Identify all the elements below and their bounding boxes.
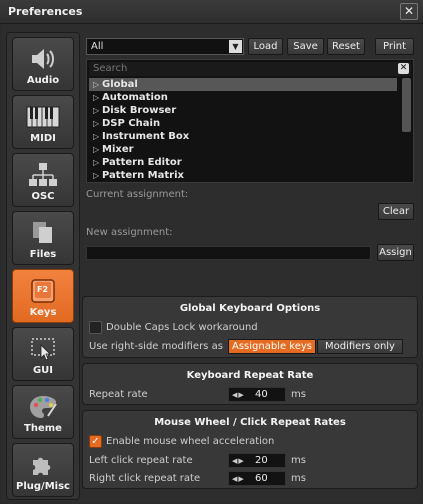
mouse-wheel-acceleration-checkbox[interactable]: ✓ [89,435,102,448]
speaker-icon [13,44,73,74]
clear-search-icon[interactable]: ✕ [398,63,409,74]
group-title: Global Keyboard Options [179,303,321,314]
current-assignment-label: Current assignment: [86,189,189,200]
svg-text:F2: F2 [37,285,48,294]
expand-triangle-icon[interactable]: ▷ [93,78,102,91]
right-click-repeat-unit: ms [291,473,306,484]
sidebar-item-osc[interactable]: OSC [12,153,74,207]
sidebar-item-gui[interactable]: GUI [12,327,74,381]
save-button[interactable]: Save [287,38,324,55]
tree-item-pattern-matrix[interactable]: ▷ Pattern Matrix [89,169,397,182]
tree-item-mixer[interactable]: ▷ Mixer [89,143,397,156]
cursor-window-icon [13,334,73,364]
modifiers-only-option[interactable]: Modifiers only [317,339,403,354]
keys-panel: All ▼ Load Save Reset Print Search ✕ ▷ Gl… [86,32,418,300]
assignable-keys-option[interactable]: Assignable keys [228,339,316,354]
global-keyboard-options-group: Global Keyboard Options Double Caps Lock… [82,296,418,358]
double-caps-lock-label: Double Caps Lock workaround [106,322,258,333]
preferences-body: Audio MIDI OSC Files F2 Keys GUI Theme P… [2,25,421,502]
assign-button[interactable]: Assign [377,244,414,261]
right-click-repeat-value: 60 [255,473,268,484]
double-caps-lock-checkbox[interactable] [89,321,102,334]
expand-triangle-icon[interactable]: ▷ [93,130,102,143]
expand-triangle-icon[interactable]: ▷ [93,117,102,130]
function-key-icon: F2 [13,276,73,306]
sidebar-item-label: Keys [29,307,57,318]
stepper-arrows-icon[interactable]: ◀▶ [232,473,245,485]
title-bar: Preferences ✕ [0,0,423,24]
reset-button[interactable]: Reset [327,38,365,55]
clear-button[interactable]: Clear [378,203,414,220]
sidebar-item-label: Plug/Misc [16,481,70,492]
tree-item-automation[interactable]: ▷ Automation [89,91,397,104]
sidebar-item-label: OSC [31,191,55,202]
tree-item-pattern-editor[interactable]: ▷ Pattern Editor [89,156,397,169]
repeat-rate-unit: ms [291,389,306,400]
left-click-repeat-label: Left click repeat rate [89,455,193,466]
sidebar-item-label: MIDI [30,133,56,144]
mouse-wheel-group: Mouse Wheel / Click Repeat Rates ✓ Enabl… [82,410,418,489]
close-icon[interactable]: ✕ [400,3,418,20]
expand-triangle-icon[interactable]: ▷ [93,91,102,104]
sidebar-item-midi[interactable]: MIDI [12,95,74,149]
right-click-repeat-label: Right click repeat rate [89,473,201,484]
tree-scrollbar[interactable] [402,78,411,132]
stepper-arrows-icon[interactable]: ◀▶ [232,455,245,467]
chevron-down-icon: ▼ [229,40,242,53]
repeat-rate-label: Repeat rate [89,389,148,400]
sidebar-item-audio[interactable]: Audio [12,37,74,91]
stepper-arrows-icon[interactable]: ◀▶ [232,389,245,401]
palette-icon [13,392,73,422]
sidebar-item-label: Theme [24,423,62,434]
left-click-repeat-value: 20 [255,455,268,466]
sidebar-item-label: Files [29,249,57,260]
sidebar-item-label: GUI [32,365,54,376]
tree-item-global[interactable]: ▷ Global [89,78,397,91]
files-icon [13,218,73,248]
sidebar-item-label: Audio [26,75,60,86]
sidebar-item-files[interactable]: Files [12,211,74,265]
window-title: Preferences [8,5,83,18]
tree-list: ▷ Global ▷ Automation ▷ Disk Browser ▷ DSP C… [89,78,397,182]
expand-triangle-icon[interactable]: ▷ [93,143,102,156]
network-icon [13,160,73,190]
category-sidebar: Audio MIDI OSC Files F2 Keys GUI Theme P… [6,32,80,500]
keyboard-repeat-rate-group: Keyboard Repeat Rate Repeat rate ◀▶ 40 m… [82,363,418,405]
search-placeholder: Search [93,63,128,74]
group-title: Keyboard Repeat Rate [186,370,314,381]
sidebar-item-theme[interactable]: Theme [12,385,74,439]
piano-keys-icon [13,102,73,132]
repeat-rate-stepper[interactable]: ◀▶ 40 [228,387,286,402]
new-assignment-field[interactable] [86,246,371,260]
left-click-repeat-unit: ms [291,455,306,466]
mouse-wheel-acceleration-label: Enable mouse wheel acceleration [106,436,275,447]
sidebar-item-plug-misc[interactable]: Plug/Misc [12,443,74,497]
right-click-repeat-stepper[interactable]: ◀▶ 60 [228,471,286,486]
repeat-rate-value: 40 [255,389,268,400]
print-button[interactable]: Print [375,38,414,55]
key-binding-tree: Search ✕ ▷ Global ▷ Automation ▷ Disk Brows… [86,59,414,183]
right-modifiers-label: Use right-side modifiers as [89,341,223,352]
puzzle-icon [13,450,73,480]
filter-select[interactable]: All ▼ [86,38,244,55]
search-input[interactable]: Search ✕ [89,62,411,76]
tree-item-dsp-chain[interactable]: ▷ DSP Chain [89,117,397,130]
load-button[interactable]: Load [248,38,283,55]
tree-item-disk-browser[interactable]: ▷ Disk Browser [89,104,397,117]
group-title: Mouse Wheel / Click Repeat Rates [154,417,346,428]
new-assignment-label: New assignment: [86,227,173,238]
expand-triangle-icon[interactable]: ▷ [93,156,102,169]
filter-select-value: All [91,41,104,52]
tree-item-instrument-box[interactable]: ▷ Instrument Box [89,130,397,143]
left-click-repeat-stepper[interactable]: ◀▶ 20 [228,453,286,468]
expand-triangle-icon[interactable]: ▷ [93,104,102,117]
sidebar-item-keys[interactable]: F2 Keys [12,269,74,323]
expand-triangle-icon[interactable]: ▷ [93,169,102,182]
